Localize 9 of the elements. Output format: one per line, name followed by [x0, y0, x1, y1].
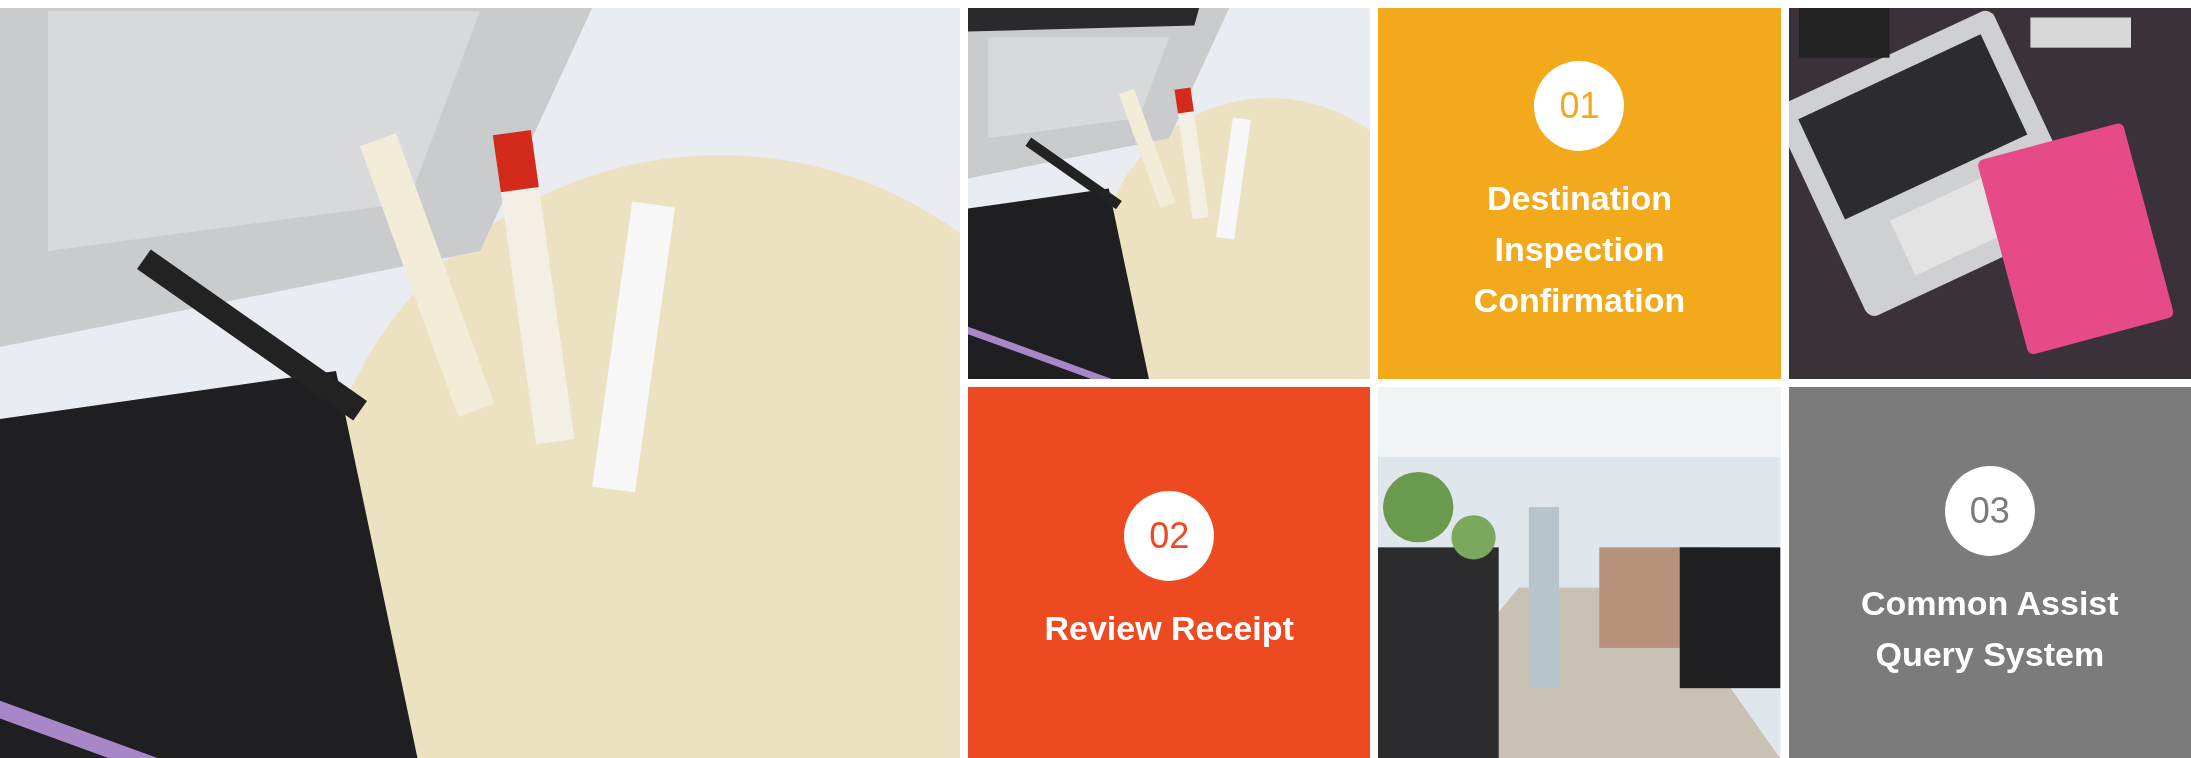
step-number: 03: [1944, 465, 2035, 556]
step-number: 02: [1124, 491, 1215, 581]
step-title: Review Receipt: [1044, 608, 1294, 649]
step-tile[interactable]: 01 Destination Inspection Confirmation: [1378, 8, 1781, 379]
step-title: Destination Inspection Confirmation: [1472, 178, 1687, 321]
step-tile[interactable]: 02 Review Receipt: [968, 387, 1371, 758]
step-number: 01: [1534, 61, 1625, 151]
step-tile[interactable]: 03 Common Assist Query System: [1788, 387, 2191, 758]
step-title: Common Assist Query System: [1860, 582, 2120, 675]
